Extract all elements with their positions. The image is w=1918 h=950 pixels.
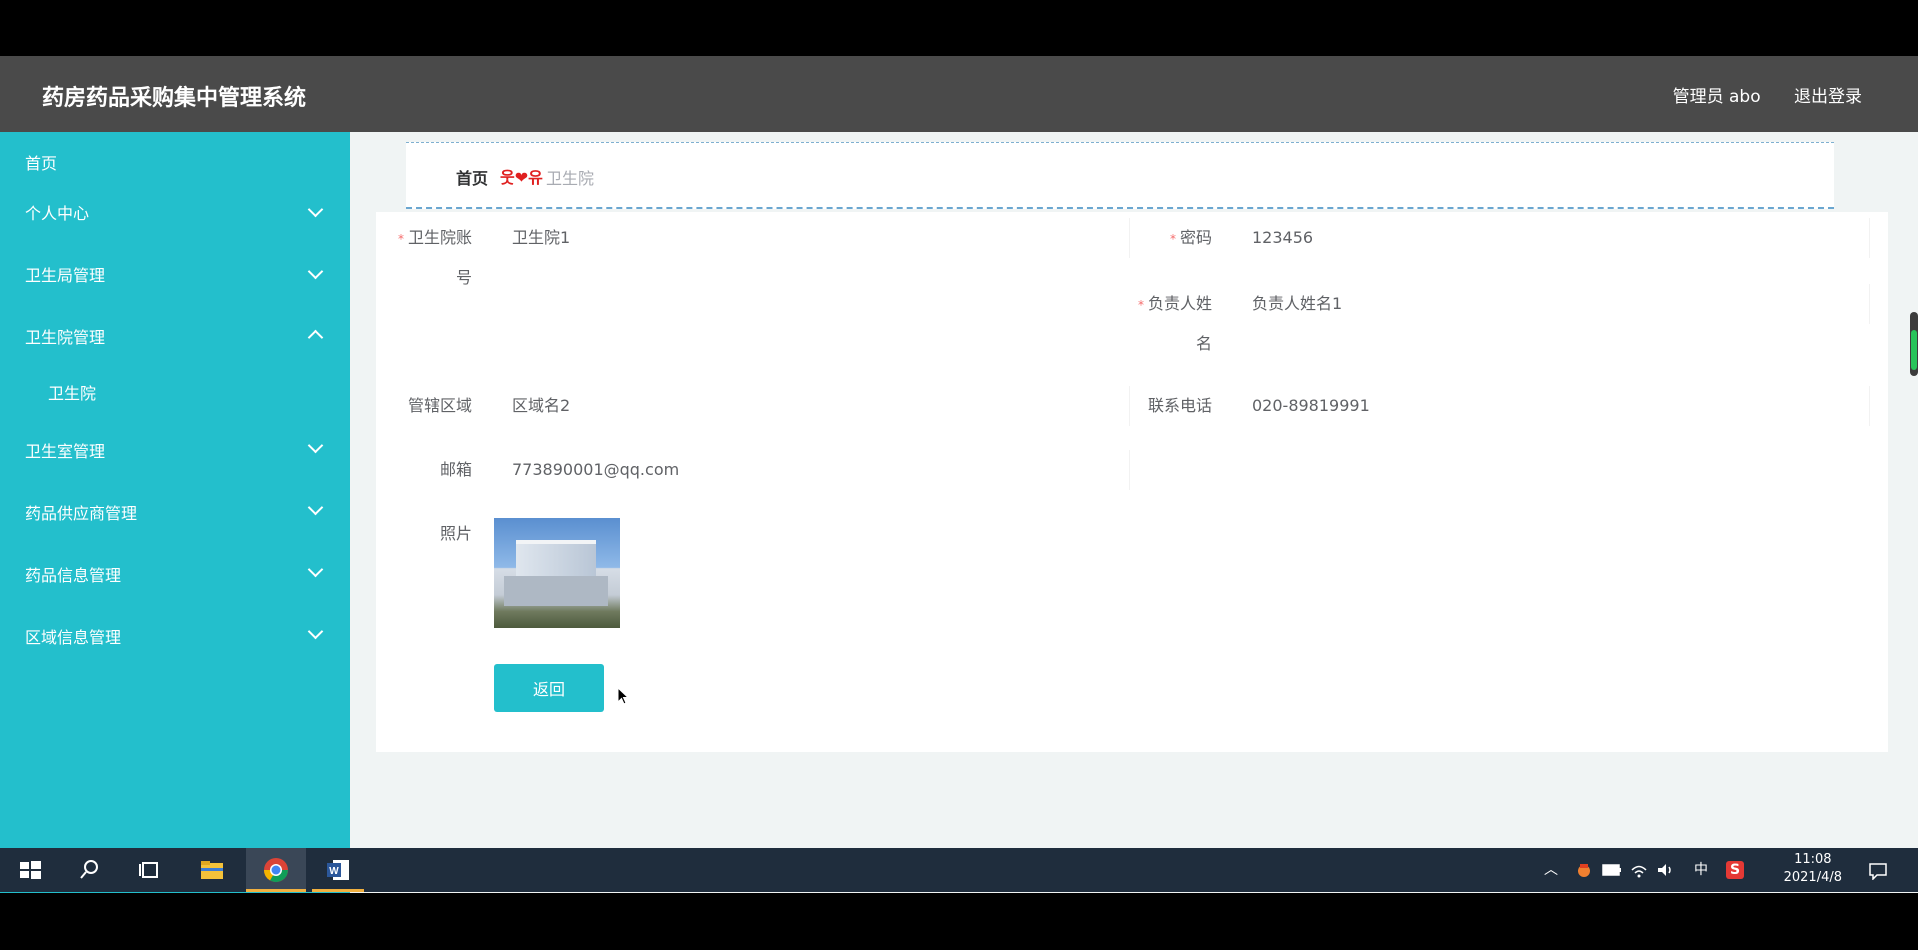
- file-explorer-icon[interactable]: [198, 856, 226, 884]
- wifi-icon[interactable]: [1630, 862, 1648, 878]
- back-button[interactable]: 返回: [494, 664, 604, 712]
- notification-icon[interactable]: [1868, 862, 1888, 880]
- search-icon[interactable]: [76, 856, 104, 884]
- email-field[interactable]: 773890001@qq.com: [494, 450, 1130, 490]
- sidebar-subitem-health-center[interactable]: 卫生院: [48, 380, 96, 404]
- phone-field[interactable]: 020-89819991: [1234, 386, 1870, 426]
- word-taskbar-item[interactable]: W: [312, 848, 364, 892]
- account-label-cont: 号: [455, 268, 472, 287]
- manager-field[interactable]: 负责人姓名1: [1234, 284, 1870, 324]
- breadcrumb-current: 卫生院: [546, 169, 595, 188]
- chevron-down-icon: [307, 499, 324, 516]
- ime-indicator[interactable]: 中: [1694, 848, 1708, 892]
- account-label: * 卫生院账: [397, 228, 472, 247]
- manager-label-cont: 名: [1195, 334, 1212, 353]
- tray-app-icon[interactable]: [1576, 862, 1592, 878]
- sidebar-item-region-mgmt[interactable]: 区域信息管理: [25, 624, 121, 648]
- browser-viewport: 药房药品采购集中管理系统 管理员 abo 退出登录 首页 个人中心 卫生局管理 …: [0, 56, 1918, 893]
- breadcrumb: 首页 웃❤유 卫生院: [406, 142, 1834, 209]
- chevron-down-icon: [307, 623, 324, 640]
- tray-chevron-up-icon[interactable]: ︿: [1544, 848, 1558, 892]
- mouse-cursor-icon: [617, 687, 629, 705]
- sidebar: 首页 个人中心 卫生局管理 卫生院管理 卫生院 卫生室管理 药品供应商管理 药品…: [0, 132, 350, 893]
- user-label: 管理员 abo: [1672, 87, 1761, 107]
- task-view-icon[interactable]: [136, 856, 164, 884]
- logout-link[interactable]: 退出登录: [1794, 87, 1862, 107]
- page-scrollbar[interactable]: [1910, 312, 1918, 376]
- sidebar-item-personal-center[interactable]: 个人中心: [25, 200, 89, 224]
- chevron-up-icon: [307, 329, 324, 346]
- volume-icon[interactable]: [1656, 862, 1674, 878]
- detail-form: * 卫生院账 号 卫生院1 * 密码 123456 * 负责人姓 名 负责人姓名1 管…: [376, 212, 1888, 752]
- windows-start-icon[interactable]: [16, 856, 44, 884]
- region-label: 管辖区域: [407, 396, 472, 415]
- sidebar-item-home[interactable]: 首页: [25, 150, 57, 174]
- sidebar-item-health-bureau[interactable]: 卫生局管理: [25, 262, 105, 286]
- main-content: 首页 웃❤유 卫生院 * 卫生院账 号 卫生院1 * 密码 123456 * 负责人姓…: [350, 132, 1918, 893]
- password-field[interactable]: 123456: [1234, 218, 1870, 258]
- breadcrumb-home[interactable]: 首页: [456, 165, 488, 189]
- chevron-down-icon: [307, 263, 324, 280]
- word-icon: W: [327, 860, 349, 880]
- chevron-down-icon: [307, 201, 324, 218]
- chrome-taskbar-item[interactable]: [246, 848, 306, 892]
- sidebar-item-drug-info-mgmt[interactable]: 药品信息管理: [25, 562, 121, 586]
- phone-label: 联系电话: [1147, 396, 1212, 415]
- battery-icon[interactable]: [1602, 863, 1622, 877]
- sidebar-item-supplier-mgmt[interactable]: 药品供应商管理: [25, 500, 137, 524]
- app-title: 药房药品采购集中管理系统: [42, 86, 307, 111]
- email-label: 邮箱: [439, 460, 472, 479]
- chrome-icon: [264, 858, 288, 883]
- sidebar-item-health-center-mgmt[interactable]: 卫生院管理: [25, 324, 105, 348]
- chevron-down-icon: [307, 437, 324, 454]
- os-taskbar: W ︿ 中 S 11:08 2021/4/8: [0, 848, 1918, 892]
- chevron-down-icon: [307, 561, 324, 578]
- photo-label: 照片: [439, 524, 472, 543]
- password-label: * 密码: [1169, 228, 1212, 247]
- sidebar-item-clinic-mgmt[interactable]: 卫生室管理: [25, 438, 105, 462]
- region-field[interactable]: 区域名2: [494, 386, 1130, 426]
- sogou-ime-icon[interactable]: S: [1726, 861, 1744, 879]
- system-clock[interactable]: 11:08 2021/4/8: [1784, 851, 1842, 887]
- hospital-photo: [494, 518, 620, 628]
- manager-label: * 负责人姓: [1137, 294, 1212, 313]
- account-field[interactable]: 卫生院1: [494, 218, 1130, 258]
- top-header: 药房药品采购集中管理系统 管理员 abo 退出登录: [0, 56, 1918, 132]
- breadcrumb-separator: 웃❤유: [500, 168, 543, 187]
- svg-text:W: W: [329, 866, 339, 877]
